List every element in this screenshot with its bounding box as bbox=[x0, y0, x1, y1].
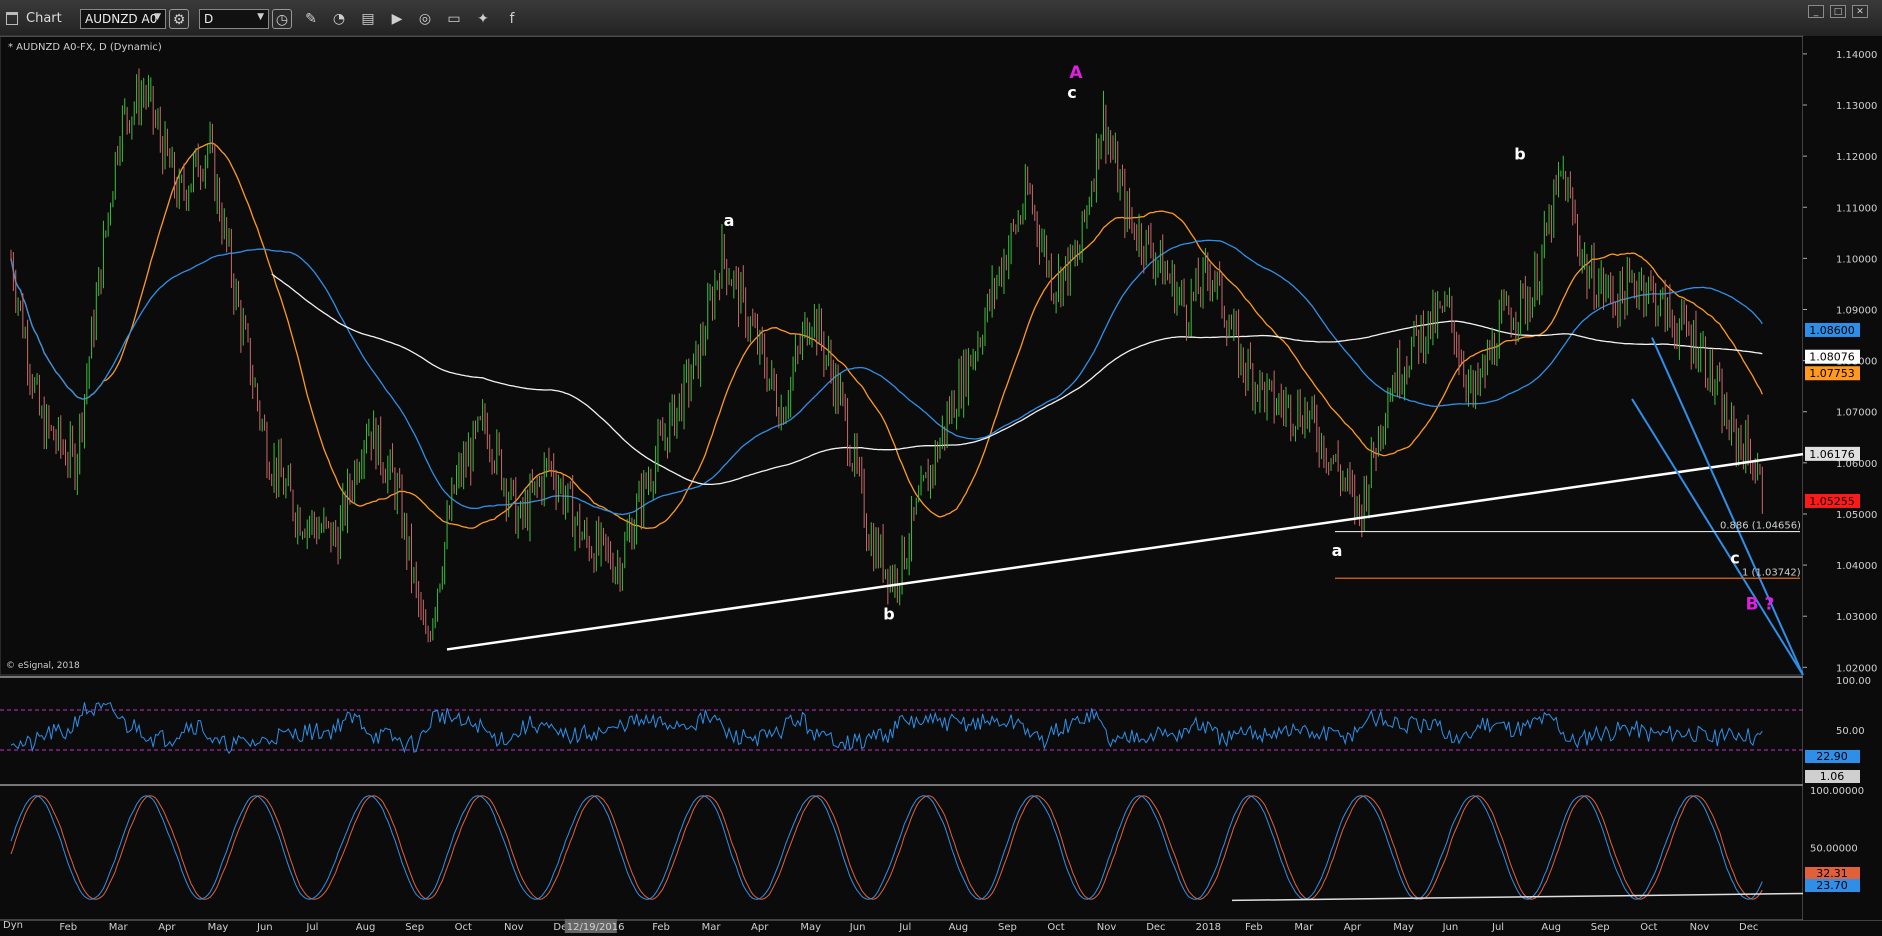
time-tick-label: Dec bbox=[1739, 922, 1758, 933]
wave-label: a bbox=[1332, 541, 1343, 560]
price-label: 1.06176 bbox=[1809, 448, 1855, 461]
time-tick-label: Aug bbox=[1541, 922, 1561, 933]
time-tick-label: Feb bbox=[652, 922, 670, 933]
time-tick-label: May bbox=[208, 922, 229, 933]
time-tick-label: Feb bbox=[1245, 922, 1263, 933]
time-tick-label: Apr bbox=[1344, 922, 1362, 933]
price-tick-label: 1.14000 bbox=[1836, 50, 1877, 61]
crosshair-date-label: 12/19/2016 bbox=[567, 922, 625, 933]
channel-line-lower bbox=[1631, 398, 1804, 676]
price-tick-label: 1.12000 bbox=[1836, 152, 1877, 163]
time-tick-label: May bbox=[1393, 922, 1414, 933]
time-tick-label: Sep bbox=[405, 922, 424, 933]
time-tick-label: Nov bbox=[504, 922, 524, 933]
time-tick-label: Aug bbox=[949, 922, 969, 933]
rsi-tick-label: 100.00 bbox=[1836, 676, 1871, 687]
stochastic-tick-label: 100.00000 bbox=[1810, 786, 1864, 797]
time-tick-label: Apr bbox=[158, 922, 176, 933]
rsi-extra-label: 1.06 bbox=[1820, 770, 1845, 783]
price-label: 1.07753 bbox=[1809, 367, 1855, 380]
time-tick-label: Mar bbox=[109, 922, 129, 933]
footer-tab-label[interactable]: Dyn bbox=[3, 920, 23, 931]
time-tick-label: Jul bbox=[1491, 922, 1504, 933]
price-tick-label: 1.03000 bbox=[1836, 612, 1877, 623]
price-candles bbox=[10, 68, 1763, 643]
price-tick-label: 1.02000 bbox=[1836, 663, 1877, 674]
time-tick-label: Jun bbox=[1442, 922, 1459, 933]
rsi-tick-label: 50.00 bbox=[1836, 726, 1865, 737]
time-tick-label: Mar bbox=[702, 922, 722, 933]
stochastic-trendline bbox=[1231, 892, 1804, 902]
stochastic-tick-label: 50.00000 bbox=[1810, 844, 1858, 855]
time-tick-label: Jun bbox=[256, 922, 273, 933]
time-tick-label: Mar bbox=[1294, 922, 1314, 933]
wave-label: b bbox=[1514, 145, 1525, 164]
price-label: 1.08600 bbox=[1809, 324, 1855, 337]
wave-label: b bbox=[883, 605, 894, 624]
price-tick-label: 1.05000 bbox=[1836, 510, 1877, 521]
wave-label: a bbox=[724, 211, 735, 230]
chart-title: * AUDNZD A0-FX, D (Dynamic) bbox=[8, 42, 162, 53]
fib-level-label: 1 (1.03742) bbox=[1742, 567, 1801, 578]
time-tick-label: Oct bbox=[1047, 922, 1064, 933]
price-tick-label: 1.09000 bbox=[1836, 305, 1877, 316]
fib-level-label: 0.886 (1.04656) bbox=[1720, 521, 1801, 532]
price-tick-label: 1.07000 bbox=[1836, 408, 1877, 419]
time-tick-label: Oct bbox=[455, 922, 472, 933]
price-pane-frame bbox=[0, 35, 1804, 676]
time-tick-label: Nov bbox=[1097, 922, 1117, 933]
rsi-last-label: 22.90 bbox=[1816, 750, 1848, 763]
time-tick-label: Jul bbox=[898, 922, 911, 933]
time-tick-label: May bbox=[800, 922, 821, 933]
chart-area[interactable]: 0.886 (1.04656) 1 (1.03742) 100.00 50.00 22… bbox=[0, 0, 1882, 936]
wave-label: B ? bbox=[1746, 594, 1775, 614]
stochastic-d-label: 23.70 bbox=[1816, 879, 1848, 892]
price-label: 1.05255 bbox=[1809, 495, 1855, 508]
wave-label: A bbox=[1069, 63, 1083, 83]
price-label: 1.08076 bbox=[1809, 351, 1855, 364]
wave-label: c bbox=[1067, 83, 1076, 102]
copyright-text: © eSignal, 2018 bbox=[6, 661, 80, 671]
time-tick-label: 2018 bbox=[1196, 922, 1221, 933]
price-tick-label: 1.04000 bbox=[1836, 561, 1877, 572]
time-tick-label: Sep bbox=[1591, 922, 1610, 933]
time-tick-label: Apr bbox=[751, 922, 769, 933]
channel-line-upper bbox=[1651, 337, 1804, 676]
price-tick-label: 1.11000 bbox=[1836, 203, 1877, 214]
wave-label: c bbox=[1730, 548, 1739, 567]
price-tick-label: 1.10000 bbox=[1836, 254, 1877, 265]
price-tick-label: 1.13000 bbox=[1836, 101, 1877, 112]
stochastic-d-line bbox=[10, 795, 1763, 900]
time-tick-label: Jun bbox=[849, 922, 866, 933]
time-tick-label: Oct bbox=[1640, 922, 1657, 933]
time-tick-label: Jul bbox=[305, 922, 318, 933]
time-tick-label: Nov bbox=[1690, 922, 1710, 933]
time-tick-label: Aug bbox=[356, 922, 376, 933]
time-tick-label: Feb bbox=[59, 922, 77, 933]
moving-average-line-3 bbox=[271, 273, 1763, 486]
time-tick-label: Sep bbox=[998, 922, 1017, 933]
time-tick-label: Dec bbox=[1146, 922, 1165, 933]
